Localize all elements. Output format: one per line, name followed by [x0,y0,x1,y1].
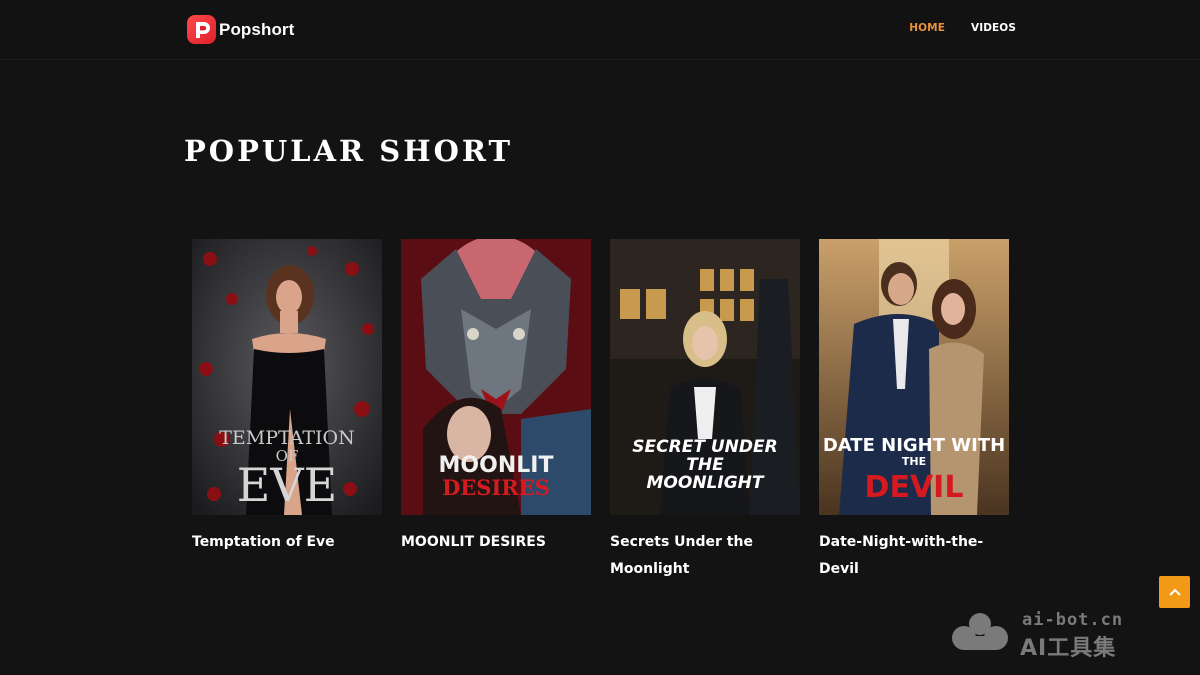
cover-title-line: THE [686,455,724,475]
card-title[interactable]: MOONLIT DESIRES [401,529,587,556]
short-card[interactable]: MOONLIT DESIRES MOONLIT DESIRES [401,239,591,556]
nav-home[interactable]: HOME [909,22,945,34]
chevron-up-icon [1168,588,1181,596]
cover-title-line: DESIRES [442,475,550,500]
nav-videos[interactable]: VIDEOS [971,22,1016,34]
scroll-top-button[interactable] [1159,576,1190,608]
short-card[interactable]: SECRET UNDER THE MOONLIGHT Secrets Under… [610,239,800,583]
cover-title-line: DEVIL [865,470,964,505]
popshort-logo-icon [187,15,216,44]
cover-title-line: EVE [237,458,337,512]
card-title[interactable]: Secrets Under the Moonlight [610,529,796,583]
cover-image-moonlit-desires[interactable]: MOONLIT DESIRES [401,239,591,515]
cover-image-secrets-under-the-moonlight[interactable]: SECRET UNDER THE MOONLIGHT [610,239,800,515]
brand-logo[interactable]: Popshort [187,14,294,45]
watermark-name: AI工具集 [1020,636,1117,661]
short-card[interactable]: DATE NIGHT WITH THE DEVIL Date-Night-wit… [819,239,1009,583]
cover-image-temptation-of-eve[interactable]: TEMPTATION OF EVE [192,239,382,515]
page: Popshort HOME VIDEOS POPULAR SHORT TEMPT… [0,0,1200,675]
section-title: POPULAR SHORT [184,134,514,168]
cover-title-line: THE [902,455,926,468]
cover-image-date-night-with-the-devil[interactable]: DATE NIGHT WITH THE DEVIL [819,239,1009,515]
cover-title-line: SECRET UNDER [632,437,777,457]
short-list: TEMPTATION OF EVE Temptation of Eve MOON… [192,239,1012,599]
brand-name: Popshort [219,19,295,39]
watermark: ai-bot.cn AI工具集 [948,606,1148,666]
card-title[interactable]: Temptation of Eve [192,529,378,556]
cover-title-line: TEMPTATION [219,427,354,449]
cloud-logo-icon [952,613,1008,650]
watermark-domain: ai-bot.cn [1022,610,1124,630]
cover-title-line: MOONLIGHT [647,473,765,493]
main-nav: HOME VIDEOS [909,22,1016,34]
card-title[interactable]: Date-Night-with-the-Devil [819,529,1005,583]
short-card[interactable]: TEMPTATION OF EVE Temptation of Eve [192,239,382,556]
cover-title-line: DATE NIGHT WITH [823,435,1005,456]
site-header: Popshort HOME VIDEOS [0,0,1200,60]
